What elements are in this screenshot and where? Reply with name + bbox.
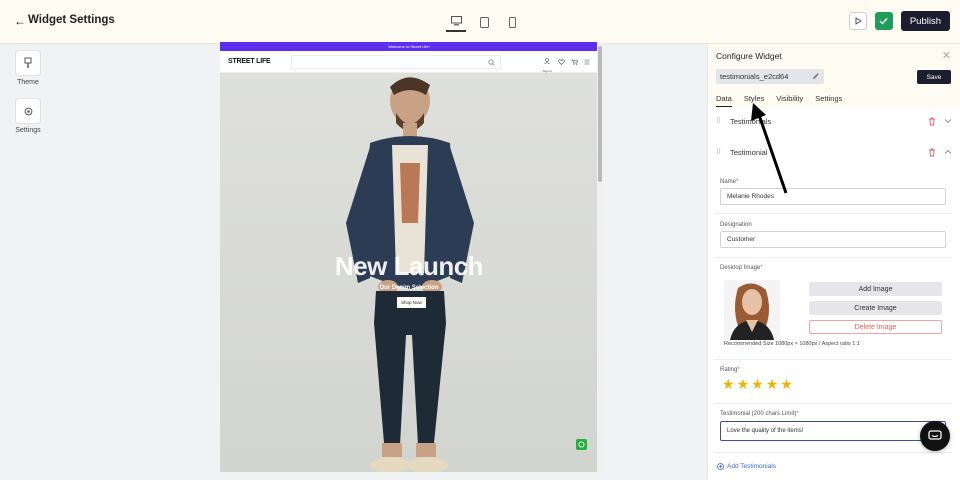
panel-title: Configure Widget bbox=[716, 51, 782, 61]
star-icon[interactable]: ★ bbox=[751, 377, 764, 391]
configure-widget-panel: Configure Widget ✕ testimonials_e2cd64 S… bbox=[707, 44, 960, 480]
rail-item-theme[interactable]: Theme bbox=[8, 50, 48, 86]
rating-stars[interactable]: ★ ★ ★ ★ ★ bbox=[722, 377, 793, 391]
drag-handle-icon[interactable]: ⠿ bbox=[716, 117, 726, 125]
tablet-icon[interactable] bbox=[474, 12, 494, 32]
rail-item-settings[interactable]: Settings bbox=[8, 98, 48, 134]
store-navbar: STREET LIFE Sign In bbox=[220, 51, 598, 73]
save-button[interactable]: Save bbox=[917, 70, 951, 84]
preview-play-button[interactable] bbox=[848, 12, 867, 30]
hero-title: New Launch bbox=[334, 251, 484, 281]
add-image-button[interactable]: Add Image bbox=[809, 282, 942, 296]
widget-id-text: testimonials_e2cd64 bbox=[720, 72, 789, 81]
top-actions: Publish bbox=[848, 11, 950, 31]
menu-icon[interactable] bbox=[584, 59, 590, 65]
back-arrow-icon[interactable]: ← bbox=[14, 14, 26, 28]
star-icon[interactable]: ★ bbox=[722, 377, 735, 391]
designation-input[interactable]: Customer bbox=[720, 231, 946, 248]
rail-label-settings: Settings bbox=[15, 127, 41, 134]
chat-icon bbox=[928, 430, 942, 440]
whatsapp-icon[interactable] bbox=[576, 439, 587, 450]
preview-scrollbar[interactable] bbox=[597, 42, 603, 472]
create-image-button[interactable]: Create Image bbox=[809, 301, 942, 315]
chevron-up-icon[interactable] bbox=[944, 149, 952, 155]
name-input[interactable]: Melanie Rhodes bbox=[720, 188, 946, 205]
cart-icon[interactable] bbox=[571, 59, 578, 65]
rating-field: Rating* bbox=[720, 367, 740, 373]
divider bbox=[714, 257, 952, 258]
divider bbox=[714, 403, 952, 404]
plus-circle-icon bbox=[717, 463, 724, 470]
search-icon bbox=[487, 58, 495, 66]
sign-in-link[interactable]: Sign In bbox=[543, 51, 552, 73]
hero-subtitle: Our Denim Selection bbox=[379, 285, 439, 291]
testimonial-photo bbox=[724, 280, 780, 340]
store-search-input[interactable] bbox=[290, 54, 501, 69]
name-label: Name bbox=[720, 179, 737, 185]
confirm-check-button[interactable] bbox=[874, 12, 893, 30]
device-switcher bbox=[446, 12, 522, 32]
trash-icon[interactable] bbox=[928, 117, 936, 126]
gear-icon bbox=[15, 98, 41, 124]
divider bbox=[714, 359, 952, 360]
check-icon bbox=[879, 18, 888, 25]
star-icon[interactable]: ★ bbox=[737, 377, 750, 391]
desktop-image-label: Desktop Image bbox=[720, 265, 761, 271]
sign-in-label: Sign In bbox=[542, 68, 552, 73]
store-logo[interactable]: STREET LIFE bbox=[228, 58, 271, 65]
accordion-testimonial[interactable]: ⠿ Testimonial bbox=[716, 144, 952, 160]
name-field: Name* Melanie Rhodes bbox=[720, 179, 946, 205]
testimonial-label: Testimonial (200 chars Limit) bbox=[720, 411, 797, 417]
heart-icon[interactable] bbox=[558, 58, 565, 65]
chat-support-button[interactable] bbox=[920, 421, 950, 451]
add-testimonials-link[interactable]: Add Testimonials bbox=[717, 463, 776, 470]
left-rail: Theme Settings bbox=[0, 44, 56, 480]
desktop-icon[interactable] bbox=[446, 12, 466, 32]
delete-image-button[interactable]: Delete Image bbox=[809, 320, 942, 334]
mobile-icon[interactable] bbox=[502, 12, 522, 32]
tab-data[interactable]: Data bbox=[716, 94, 732, 107]
widget-id-field[interactable]: testimonials_e2cd64 bbox=[716, 69, 824, 84]
page-title: Widget Settings bbox=[28, 14, 115, 26]
tab-visibility[interactable]: Visibility bbox=[776, 94, 803, 107]
pencil-icon[interactable] bbox=[812, 72, 820, 80]
accordion-label: Testimonial bbox=[730, 147, 768, 157]
hero-banner: New Launch Our Denim Selection Shop Now bbox=[220, 73, 598, 472]
paint-brush-icon bbox=[15, 50, 41, 76]
testimonial-textarea[interactable]: Love the quality of the items! bbox=[720, 421, 946, 441]
store-nav-icons: Sign In bbox=[543, 51, 590, 73]
panel-header: Configure Widget ✕ testimonials_e2cd64 S… bbox=[708, 44, 960, 108]
designation-field: Designation Customer bbox=[720, 222, 946, 248]
announcement-bar: Welcome to Street Life! bbox=[220, 42, 598, 51]
image-size-note: Recommended Size 1080px × 1080px / Aspec… bbox=[724, 341, 860, 347]
rail-label-theme: Theme bbox=[17, 79, 39, 86]
testimonial-field: Testimonial (200 chars Limit)* bbox=[720, 411, 799, 417]
close-icon[interactable]: ✕ bbox=[942, 49, 951, 62]
rating-label: Rating bbox=[720, 367, 738, 373]
accordion-testimonials[interactable]: ⠿ Testimonials bbox=[716, 113, 952, 129]
add-testimonials-label: Add Testimonials bbox=[727, 463, 777, 470]
shop-now-button[interactable]: Shop Now bbox=[397, 297, 426, 308]
play-icon bbox=[855, 17, 862, 25]
divider bbox=[714, 213, 952, 214]
top-bar: ← Widget Settings Publish bbox=[0, 0, 960, 44]
user-icon bbox=[544, 57, 550, 64]
trash-icon[interactable] bbox=[928, 148, 936, 157]
publish-button[interactable]: Publish bbox=[900, 11, 950, 31]
accordion-label: Testimonials bbox=[730, 116, 772, 126]
desktop-image-field: Desktop Image* bbox=[720, 265, 763, 271]
scrollbar-thumb[interactable] bbox=[598, 46, 602, 182]
drag-handle-icon[interactable]: ⠿ bbox=[716, 148, 726, 156]
tab-styles[interactable]: Styles bbox=[744, 94, 764, 107]
tab-settings[interactable]: Settings bbox=[815, 94, 842, 107]
panel-tabs: Data Styles Visibility Settings bbox=[716, 94, 842, 107]
divider bbox=[714, 452, 952, 453]
chevron-down-icon[interactable] bbox=[944, 118, 952, 124]
designation-label: Designation bbox=[720, 222, 752, 228]
star-icon[interactable]: ★ bbox=[766, 377, 779, 391]
star-icon[interactable]: ★ bbox=[780, 377, 793, 391]
site-preview: Welcome to Street Life! STREET LIFE Sign… bbox=[220, 42, 598, 472]
